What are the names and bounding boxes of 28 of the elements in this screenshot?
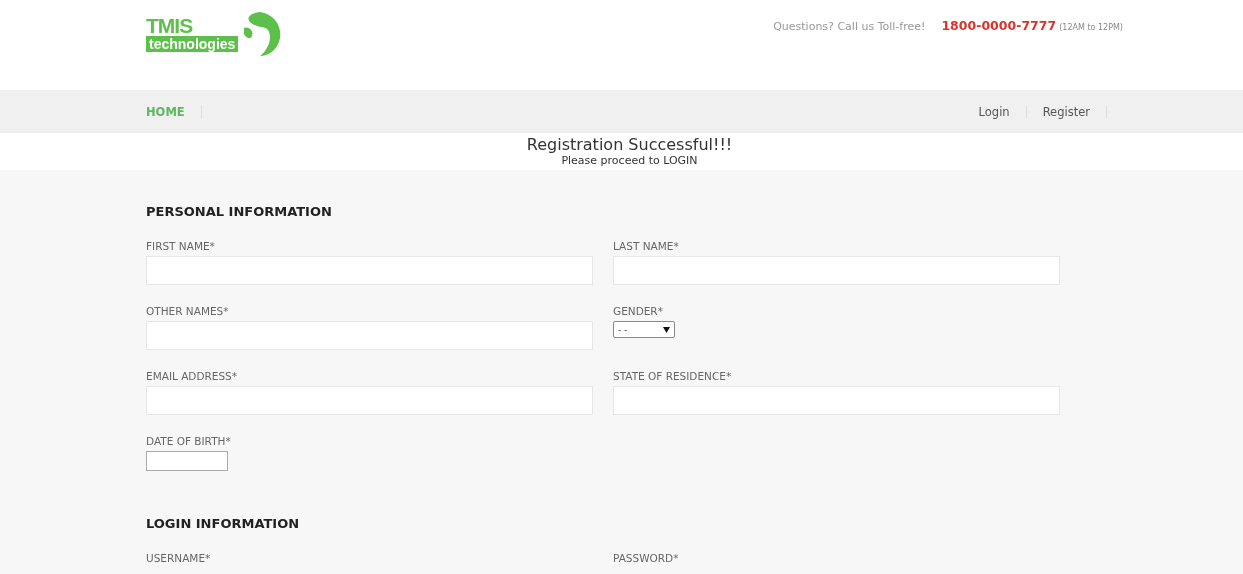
field-label: GENDER* (613, 305, 664, 317)
field-label: STATE OF RESIDENCE* (613, 370, 733, 382)
section-heading: PERSONAL INFORMATION (146, 204, 333, 220)
hours-note: (12AM to 12PM) (1059, 23, 1123, 32)
field-label: OTHER NAMES* (146, 305, 230, 317)
gender-select[interactable]: - - (613, 321, 675, 338)
success-subtitle: Please proceed to LOGIN (561, 154, 698, 167)
field-label: USERNAME* (146, 552, 212, 564)
field-label: PASSWORD* (613, 552, 680, 564)
field-label: LAST NAME* (613, 240, 680, 252)
date-field[interactable] (146, 451, 228, 471)
logo-subtitle: technologies (146, 35, 239, 52)
logo-title: TMIS (146, 14, 194, 36)
nav-link[interactable]: Register (1042, 104, 1090, 119)
nav-link[interactable]: Login (978, 104, 1010, 119)
field-label: EMAIL ADDRESS* (146, 370, 239, 382)
success-title: Registration Successful!!! (526, 135, 733, 154)
input-field[interactable] (146, 321, 593, 350)
contact-prompt: Questions? Call us Toll-free! (773, 20, 926, 33)
field-label: DATE OF BIRTH* (146, 435, 232, 447)
section-heading: LOGIN INFORMATION (146, 516, 301, 532)
phone-number: 1800-0000-7777 (941, 18, 1057, 33)
field-label: FIRST NAME* (146, 240, 216, 252)
input-field[interactable] (146, 256, 593, 285)
dropdown-arrow-icon (663, 326, 670, 333)
input-field[interactable] (613, 386, 1060, 415)
input-field[interactable] (613, 256, 1060, 285)
input-field[interactable] (146, 386, 593, 415)
